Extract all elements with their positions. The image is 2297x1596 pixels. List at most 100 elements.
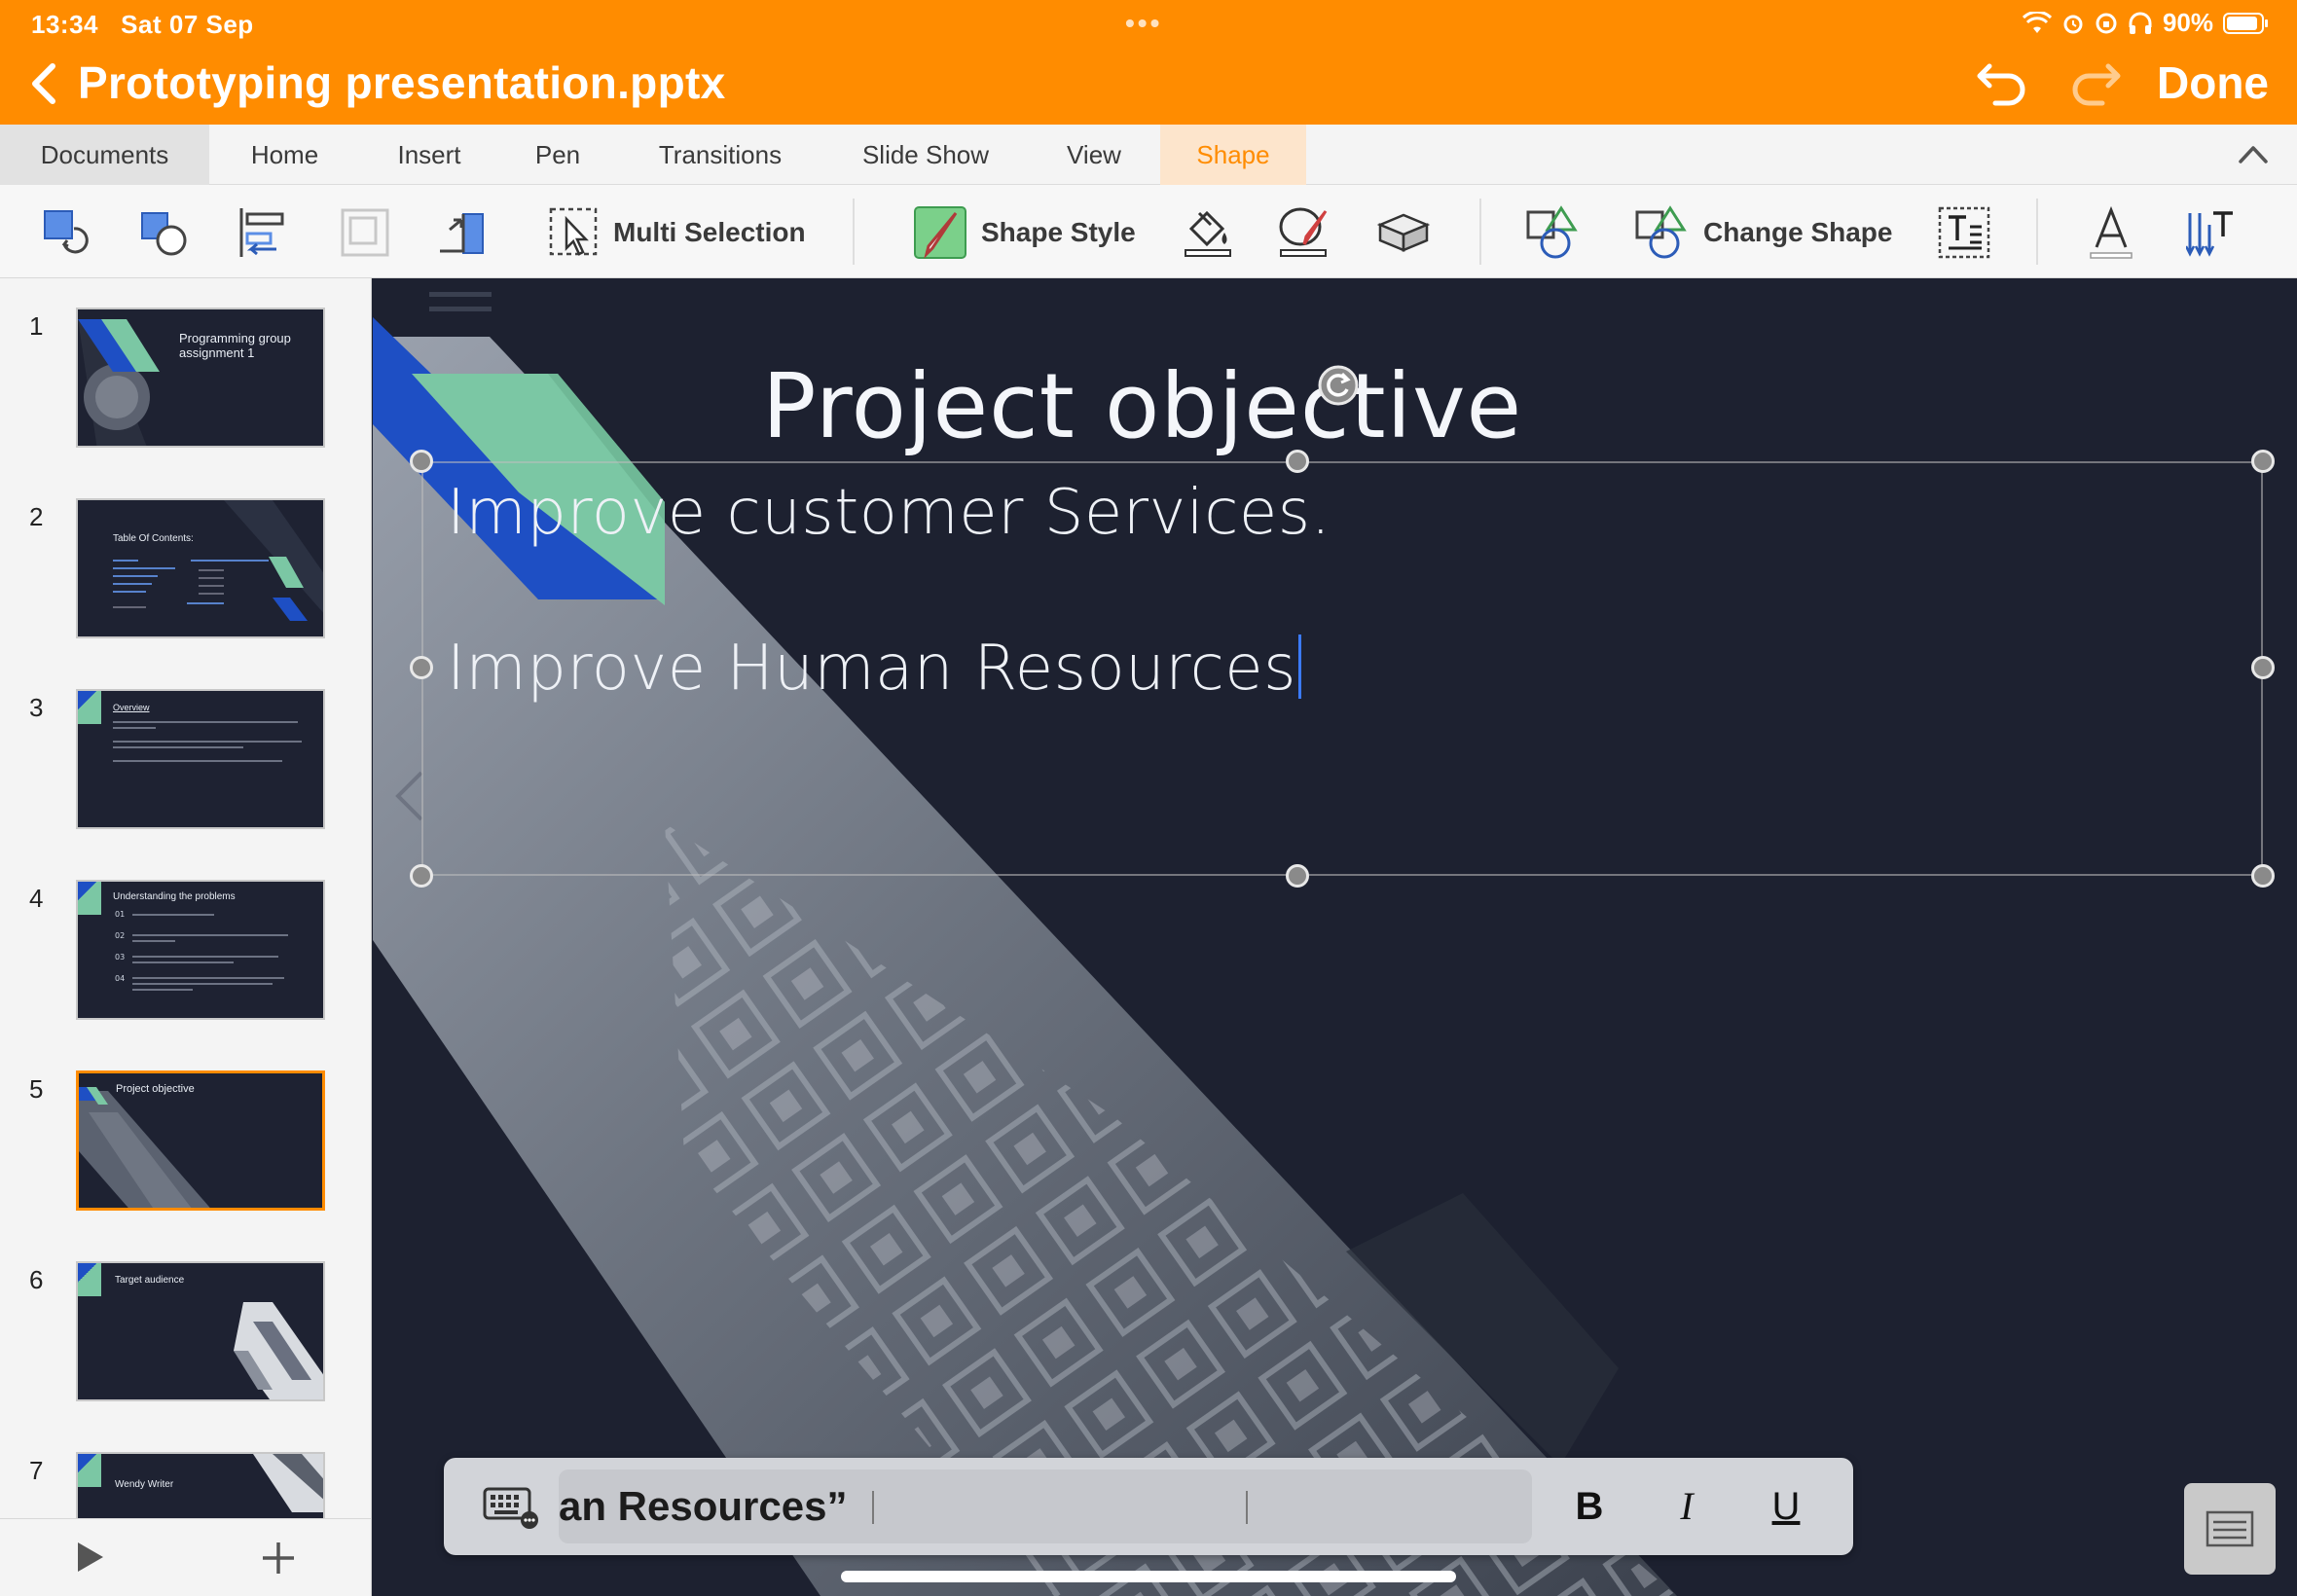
- change-shape-label: Change Shape: [1703, 217, 1893, 247]
- slide-number: 7: [29, 1456, 44, 1485]
- slide-number: 5: [29, 1074, 44, 1104]
- play-slideshow-icon[interactable]: [76, 1541, 105, 1574]
- headphones-icon: [2129, 12, 2152, 34]
- resize-handle-top-right[interactable]: [2251, 450, 2275, 473]
- line-color-button[interactable]: [1277, 204, 1333, 261]
- slide-thumbnail[interactable]: Programming group assignment 1: [76, 308, 325, 448]
- resize-handle-bottom-right[interactable]: [2251, 864, 2275, 888]
- slide-thumbnail[interactable]: Overview: [76, 689, 325, 829]
- undo-icon[interactable]: [1976, 58, 2030, 107]
- resize-handle-bottom-left[interactable]: [410, 864, 433, 888]
- arrange-button[interactable]: [138, 204, 191, 261]
- insert-shape-button[interactable]: [1524, 204, 1581, 261]
- multi-selection-button[interactable]: Multi Selection: [547, 204, 806, 261]
- keyboard-icon[interactable]: [483, 1483, 539, 1530]
- bullet-text-editing[interactable]: Improve Human Resources: [447, 633, 1301, 705]
- slide-thumbnail-row[interactable]: 4 Understanding the problems 01 02 03 04: [0, 851, 371, 1041]
- slide-number: 1: [29, 311, 44, 341]
- lock-rotation-icon: [2096, 13, 2117, 33]
- resize-handle-bottom[interactable]: [1286, 864, 1309, 888]
- slide-canvas[interactable]: Project objective Improve customer Servi…: [373, 278, 2297, 1596]
- done-button[interactable]: Done: [2157, 56, 2269, 109]
- collapse-ribbon-icon[interactable]: [2237, 142, 2270, 167]
- slide-thumbnail[interactable]: Table Of Contents:: [76, 498, 325, 638]
- home-indicator[interactable]: [841, 1571, 1456, 1582]
- svg-text:02: 02: [115, 931, 125, 940]
- redo-icon[interactable]: [2067, 58, 2122, 107]
- bring-forward-button[interactable]: [436, 204, 489, 261]
- text-format-button[interactable]: [2085, 204, 2137, 261]
- title-bar: 13:34 Sat 07 Sep ••• 90% Prototyping pre…: [0, 0, 2297, 125]
- alarm-icon: [2063, 15, 2083, 33]
- prediction-suggestion[interactable]: an Resources”: [559, 1483, 847, 1530]
- add-slide-icon[interactable]: [259, 1539, 298, 1578]
- tab-slide-show[interactable]: Slide Show: [823, 125, 1028, 185]
- slide-thumbnail-row[interactable]: 1 Programming group assignment 1: [0, 278, 371, 469]
- resize-handle-left[interactable]: [410, 656, 433, 679]
- ribbon-tabs: Documents Home Insert Pen Transitions Sl…: [0, 125, 2297, 185]
- tab-transitions[interactable]: Transitions: [617, 125, 823, 185]
- svg-text:04: 04: [115, 974, 125, 983]
- cube-icon: [1376, 213, 1431, 252]
- slide-thumbnail[interactable]: Target audience: [76, 1261, 325, 1401]
- change-shape-button[interactable]: Change Shape: [1633, 204, 1892, 261]
- change-shape-icon: [1635, 205, 1687, 259]
- align-button[interactable]: [237, 204, 290, 261]
- italic-button[interactable]: I: [1662, 1479, 1711, 1534]
- multi-selection-icon: [549, 207, 598, 256]
- text-box-button[interactable]: [1937, 204, 1991, 261]
- tab-shape[interactable]: Shape: [1160, 125, 1306, 185]
- shape-style-button[interactable]: Shape Style: [913, 204, 1136, 261]
- slide-thumbnail-row[interactable]: 5 Project objective: [0, 1041, 371, 1232]
- thumbnail-art: [234, 1302, 323, 1399]
- multitasking-dots-icon[interactable]: •••: [1125, 8, 1162, 39]
- tab-pen[interactable]: Pen: [498, 125, 617, 185]
- wifi-icon: [2022, 11, 2052, 33]
- text-cursor: [1298, 635, 1301, 699]
- tab-insert[interactable]: Insert: [360, 125, 498, 185]
- bold-button[interactable]: B: [1565, 1479, 1614, 1534]
- slide-title[interactable]: Project objective: [762, 354, 1522, 458]
- slide-number: 6: [29, 1265, 44, 1294]
- thumbnail-text-lines: 01 02 03 04: [115, 910, 288, 991]
- shapes-icon: [1526, 205, 1578, 259]
- predictive-text-bar[interactable]: an Resources”: [559, 1469, 1532, 1543]
- tab-view[interactable]: View: [1028, 125, 1160, 185]
- slide-thumbnail-active[interactable]: Project objective: [76, 1070, 325, 1211]
- resize-handle-top-left[interactable]: [410, 450, 433, 473]
- resize-handle-right[interactable]: [2251, 656, 2275, 679]
- multi-selection-label: Multi Selection: [613, 217, 806, 247]
- bring-forward-icon: [440, 213, 484, 254]
- slide-thumbnail-row[interactable]: 2 Table Of Contents:: [0, 469, 371, 660]
- battery-percent: 90%: [2162, 8, 2213, 37]
- toolbar-divider: [853, 199, 855, 265]
- underline-button[interactable]: U: [1762, 1479, 1810, 1534]
- drag-handle-icon[interactable]: [429, 292, 492, 313]
- text-direction-button[interactable]: [2186, 204, 2235, 261]
- slide-navigator: 1 Programming group assignment 1 2 Table…: [0, 278, 372, 1596]
- notes-button[interactable]: [2184, 1483, 2276, 1575]
- svg-text:01: 01: [115, 910, 125, 919]
- toolbar-divider: [2036, 199, 2038, 265]
- 3d-effect-button[interactable]: [1376, 204, 1431, 261]
- bullet-text[interactable]: Improve customer Services.: [447, 477, 1331, 549]
- select-shape-button[interactable]: [41, 204, 91, 261]
- shape-style-label: Shape Style: [981, 217, 1136, 247]
- resize-handle-top[interactable]: [1286, 450, 1309, 473]
- slide-number: 3: [29, 693, 44, 722]
- shape-select-icon: [44, 210, 89, 254]
- back-chevron-icon[interactable]: [21, 58, 70, 109]
- thumbnail-text-lines: [113, 721, 302, 762]
- tab-home[interactable]: Home: [209, 125, 360, 185]
- fill-color-button[interactable]: [1182, 204, 1234, 261]
- tab-documents[interactable]: Documents: [0, 125, 209, 185]
- group-button[interactable]: [339, 204, 391, 261]
- arrange-icon: [141, 212, 187, 256]
- slide-thumbnail-row[interactable]: 3 Overview: [0, 660, 371, 851]
- slide-thumbnail[interactable]: Understanding the problems 01 02 03 04: [76, 880, 325, 1020]
- slide-number: 2: [29, 502, 44, 531]
- slide-thumbnail-title: Programming group assignment 1: [179, 331, 291, 360]
- rotate-handle-icon[interactable]: [1317, 364, 1360, 407]
- slide-thumbnail-row[interactable]: 6 Target audience: [0, 1232, 371, 1423]
- prediction-divider: [1246, 1491, 1248, 1524]
